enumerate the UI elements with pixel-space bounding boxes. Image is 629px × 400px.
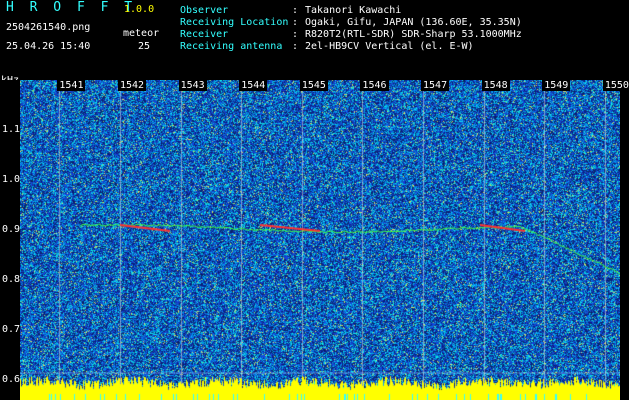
time-tick-label: 1546 [360, 80, 389, 91]
frequency-tick-label: 1.1 [2, 124, 21, 135]
app-brand: H R O F F T [6, 0, 137, 15]
location-value: Ogaki, Gifu, JAPAN (136.60E, 35.35N) [305, 17, 522, 28]
time-tick-label: 1542 [118, 80, 147, 91]
receiver-separator: : [292, 29, 299, 40]
time-tick-label: 1547 [421, 80, 450, 91]
antenna-separator: : [292, 41, 299, 52]
capture-filename: 2504261540.png [6, 22, 91, 33]
observer-value: Takanori Kawachi [305, 5, 402, 16]
time-tick-label: 1543 [178, 80, 207, 91]
frequency-tick-label: 0.9 [2, 224, 21, 235]
frequency-tick-label: 0.7 [2, 324, 21, 335]
observer-separator: : [292, 5, 299, 16]
time-tick-label: 1550 [602, 80, 629, 91]
time-tick-label: 1544 [239, 80, 268, 91]
hroft-display: H R O F F T 1.0.0 2504261540.png 25.04.2… [0, 0, 629, 400]
time-tick-label: 1541 [57, 80, 86, 91]
time-tick-label: 1549 [542, 80, 571, 91]
capture-datetime: 25.04.26 15:40 [6, 41, 91, 52]
location-label: Receiving Location [180, 17, 289, 28]
receiver-label: Receiver [180, 29, 229, 40]
time-tick-label: 1548 [481, 80, 510, 91]
meteor-label: meteor [123, 28, 160, 39]
receiver-value: R820T2(RTL-SDR) SDR-Sharp 53.1000MHz [305, 29, 522, 40]
frequency-tick-label: 0.6 [2, 374, 21, 385]
app-version: 1.0.0 [124, 4, 155, 15]
meteor-count: 25 [138, 41, 151, 52]
spectrogram[interactable] [20, 80, 620, 400]
antenna-label: Receiving antenna [180, 41, 283, 52]
antenna-value: 2el-HB9CV Vertical (el. E-W) [305, 41, 474, 52]
frequency-tick-label: 0.8 [2, 274, 21, 285]
observer-label: Observer [180, 5, 229, 16]
time-tick-label: 1545 [299, 80, 328, 91]
location-separator: : [292, 17, 299, 28]
frequency-tick-label: 1.0 [2, 174, 21, 185]
